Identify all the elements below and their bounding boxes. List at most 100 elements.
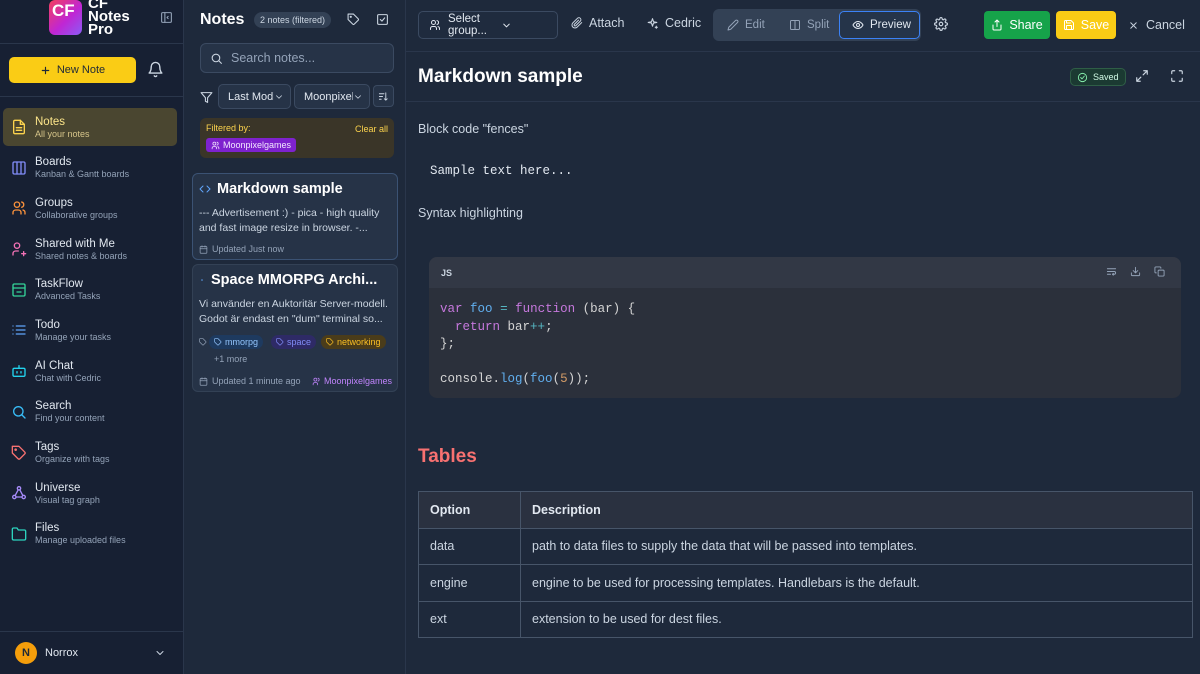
sidebar-item-universe[interactable]: Universe Visual tag graph — [3, 474, 177, 512]
list-icon — [11, 322, 27, 338]
sidebar-item-tags[interactable]: Tags Organize with tags — [3, 434, 177, 472]
select-group-dropdown[interactable]: Select group... — [418, 11, 558, 39]
nav-subtitle: Advanced Tasks — [35, 291, 101, 302]
code-line: }; — [440, 337, 456, 351]
sidebar-item-shared[interactable]: Shared with Me Shared notes & boards — [3, 230, 177, 268]
sidebar-divider — [0, 96, 184, 97]
attach-button[interactable]: Attach — [571, 16, 624, 30]
cancel-button[interactable]: Cancel — [1128, 11, 1185, 39]
nav-subtitle: Collaborative groups — [35, 209, 118, 220]
download-icon[interactable] — [1130, 266, 1141, 277]
cedric-button[interactable]: Cedric — [646, 16, 701, 30]
new-note-label: New Note — [56, 64, 106, 76]
nav-subtitle: Manage uploaded files — [35, 535, 126, 546]
sort-select[interactable]: Last Modified — [218, 84, 291, 109]
settings-gear-icon[interactable] — [934, 17, 948, 31]
table-cell: engine to be used for processing templat… — [520, 564, 1193, 602]
sort-icon — [378, 91, 389, 102]
app-brand: CF Notes Pro — [88, 0, 148, 37]
group-filter-select[interactable]: Moonpixelgames — [294, 84, 370, 109]
check-circle-icon — [1077, 72, 1088, 82]
note-card-title: Space MMORPG Archi... — [199, 272, 394, 288]
tag-chip[interactable]: mmorpg — [209, 335, 264, 349]
cedric-label: Cedric — [665, 16, 702, 30]
paragraph: Block code "fences" — [418, 122, 529, 136]
new-note-button[interactable]: New Note — [9, 57, 136, 83]
select-mode-icon[interactable] — [376, 13, 389, 26]
note-card[interactable]: Space MMORPG Archi... Vi använder en Auk… — [192, 264, 398, 392]
expand-icon[interactable] — [1135, 69, 1149, 83]
note-updated: Updated Just now — [199, 244, 284, 254]
nav-title: Todo — [35, 318, 60, 331]
clear-all-filters-link[interactable]: Clear all — [355, 124, 388, 134]
save-icon — [1063, 19, 1075, 31]
search-box[interactable] — [200, 43, 394, 73]
note-tags: mmorpg space networking +1 more — [199, 335, 399, 369]
edit-mode-label: Edit — [745, 19, 765, 31]
sidebar-item-taskflow[interactable]: TaskFlow Advanced Tasks — [3, 271, 177, 309]
folder-icon — [11, 526, 27, 542]
sidebar-item-ai-chat[interactable]: AI Chat Chat with Cedric — [3, 352, 177, 390]
sort-direction-button[interactable] — [373, 85, 394, 107]
save-label: Save — [1080, 18, 1110, 32]
table-cell: engine — [418, 564, 521, 602]
edit-mode-button[interactable]: Edit — [715, 11, 777, 39]
tag-chip[interactable]: space — [271, 335, 317, 349]
save-button[interactable]: Save — [1056, 11, 1116, 39]
app-logo[interactable]: CF — [49, 0, 82, 35]
select-group-label: Select group... — [448, 13, 487, 37]
table-cell: path to data files to supply the data th… — [520, 527, 1193, 565]
paragraph: Syntax highlighting — [418, 206, 523, 220]
document-title-bar: Markdown sample Saved — [406, 52, 1200, 102]
nav-subtitle: Organize with tags — [35, 454, 110, 464]
cancel-label: Cancel — [1146, 18, 1185, 32]
sidebar-item-search[interactable]: Search Find your content — [3, 393, 177, 431]
notes-count-badge: 2 notes (filtered) — [254, 12, 332, 28]
nav-title: Groups — [35, 196, 73, 209]
avatar: N — [15, 642, 37, 664]
note-updated: Updated 1 minute ago — [199, 376, 301, 386]
share-button[interactable]: Share — [984, 11, 1050, 39]
note-title-text: Markdown sample — [217, 181, 343, 197]
chevron-down-icon — [355, 94, 361, 99]
sidebar-item-todo[interactable]: Todo Manage your tasks — [3, 311, 177, 349]
group-filter-chip[interactable]: Moonpixelgames — [206, 138, 297, 152]
note-card[interactable]: Markdown sample --- Advertisement :) - p… — [192, 173, 398, 260]
share-label: Share — [1009, 18, 1043, 32]
collapse-sidebar-icon[interactable] — [160, 11, 173, 24]
document-title[interactable]: Markdown sample — [418, 66, 583, 88]
split-mode-button[interactable]: Split — [777, 11, 841, 39]
editor-panel: Select group... Attach Cedric Edit Split… — [406, 0, 1200, 674]
sidebar-item-files[interactable]: Files Manage uploaded files — [3, 515, 177, 553]
chevron-down-icon — [276, 94, 282, 99]
columns-icon — [789, 19, 801, 31]
pencil-icon — [727, 19, 739, 31]
table-row: engine engine to be used for processing … — [418, 564, 1193, 602]
tag-icon — [214, 338, 222, 346]
users-icon — [429, 19, 441, 31]
code-language: JS — [441, 267, 453, 278]
fullscreen-icon[interactable] — [1170, 69, 1184, 83]
notifications-bell-icon[interactable] — [147, 61, 164, 78]
user-menu[interactable]: N Norrox — [0, 631, 184, 674]
split-mode-label: Split — [807, 19, 830, 31]
tag-filter-icon[interactable] — [347, 13, 360, 26]
sidebar-header: CF CF Notes Pro — [0, 0, 183, 44]
nav-title: Files — [35, 522, 60, 535]
sidebar-item-boards[interactable]: Boards Kanban & Gantt boards — [3, 149, 177, 187]
chevron-down-icon — [501, 20, 547, 31]
code-icon — [199, 183, 211, 195]
code-block-header: JS — [429, 257, 1181, 288]
note-title-text: Space MMORPG Archi... — [211, 272, 378, 288]
sidebar-item-groups[interactable]: Groups Collaborative groups — [3, 189, 177, 227]
search-input[interactable] — [231, 51, 381, 65]
preview-mode-button[interactable]: Preview — [839, 11, 920, 39]
notes-panel-title: Notes — [200, 11, 245, 28]
users-icon — [211, 141, 220, 150]
sidebar-item-notes[interactable]: Notes All your notes — [3, 108, 177, 146]
active-filters: Filtered by: Clear all Moonpixelgames — [200, 118, 394, 158]
tag-chip[interactable]: networking — [321, 335, 386, 349]
wrap-lines-icon[interactable] — [1106, 266, 1117, 277]
filter-chip-label: Moonpixelgames — [223, 140, 292, 150]
copy-icon[interactable] — [1154, 266, 1165, 277]
